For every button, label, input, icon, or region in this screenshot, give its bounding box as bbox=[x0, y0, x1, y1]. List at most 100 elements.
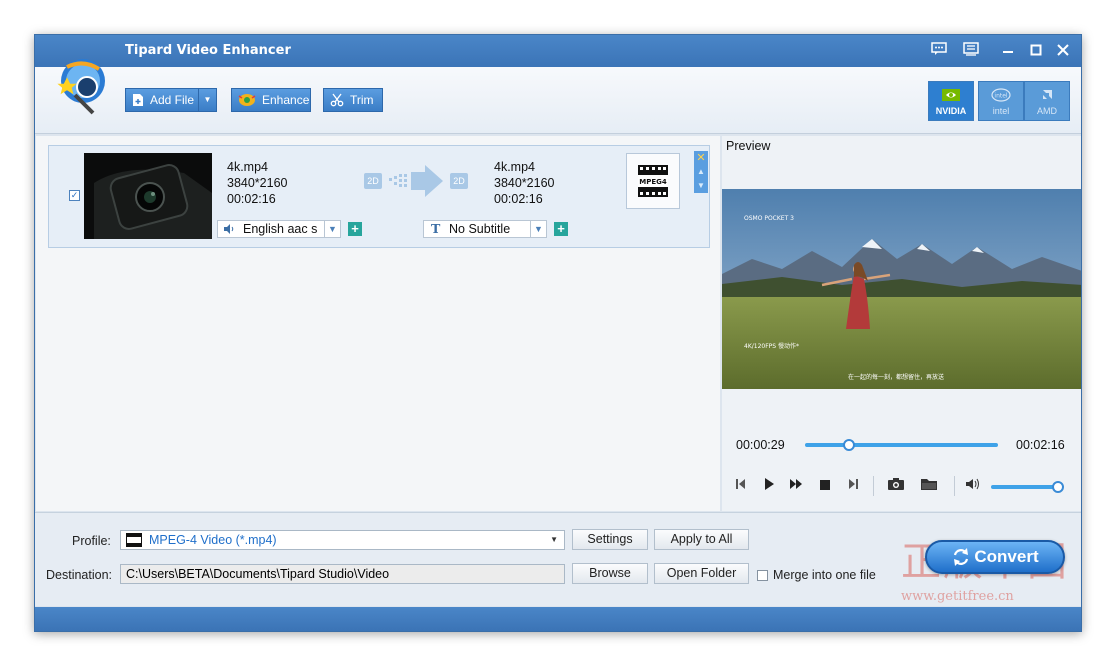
format-icon-text: MPEG4 bbox=[639, 178, 667, 186]
item-side-controls: ✕ ▲ ▼ bbox=[694, 151, 708, 193]
video-caption-center: 在一起的每一刻，都想留住，再放送 bbox=[848, 374, 945, 381]
subtitle-icon: T bbox=[431, 221, 441, 236]
apply-to-all-button[interactable]: Apply to All bbox=[654, 529, 749, 550]
merge-checkbox[interactable] bbox=[757, 570, 768, 581]
divider bbox=[954, 476, 955, 496]
preview-label: Preview bbox=[726, 139, 771, 153]
feedback-icon[interactable] bbox=[928, 40, 950, 62]
nvidia-icon bbox=[942, 89, 960, 101]
video-caption-left: 4K/120FPS 慢动作* bbox=[744, 343, 800, 350]
chevron-down-icon: ▼ bbox=[530, 221, 546, 237]
trim-button[interactable]: Trim bbox=[323, 88, 383, 112]
add-subtitle-button[interactable]: + bbox=[554, 222, 568, 236]
gpu-nvidia-label: NVIDIA bbox=[935, 106, 967, 116]
output-info: 4k.mp4 3840*2160 00:02:16 bbox=[494, 159, 554, 207]
source-duration: 00:02:16 bbox=[227, 192, 276, 206]
trim-label: Trim bbox=[350, 93, 374, 107]
profile-select[interactable]: MPEG-4 Video (*.mp4) ▼ bbox=[120, 530, 565, 550]
volume-slider[interactable] bbox=[991, 481, 1064, 493]
add-file-label: Add File bbox=[150, 93, 195, 107]
gpu-intel-label: intel bbox=[992, 106, 1010, 116]
fast-forward-icon[interactable] bbox=[789, 478, 805, 494]
stop-icon[interactable] bbox=[817, 478, 833, 494]
enhance-label: Enhance bbox=[262, 93, 310, 107]
move-up-icon[interactable]: ▲ bbox=[694, 165, 708, 179]
close-icon[interactable] bbox=[1052, 40, 1074, 62]
convert-button[interactable]: Convert bbox=[925, 540, 1065, 574]
enhance-icon bbox=[238, 94, 256, 106]
output-duration: 00:02:16 bbox=[494, 192, 543, 206]
add-file-dropdown-icon[interactable]: ▼ bbox=[198, 89, 216, 111]
video-thumbnail[interactable] bbox=[84, 153, 212, 239]
video-brand-text: OSMO POCKET 3 bbox=[744, 215, 794, 222]
merge-label: Merge into one file bbox=[773, 568, 876, 582]
settings-button[interactable]: Settings bbox=[572, 529, 648, 550]
convert-refresh-icon bbox=[954, 548, 969, 566]
chevron-down-icon: ▼ bbox=[324, 221, 340, 237]
play-icon[interactable] bbox=[761, 478, 777, 494]
status-bar bbox=[35, 607, 1081, 631]
video-preview[interactable]: OSMO POCKET 3 4K/120FPS 慢动作* 在一起的每一刻，都想留… bbox=[722, 189, 1081, 389]
browse-button[interactable]: Browse bbox=[572, 563, 648, 584]
intel-icon: intel bbox=[991, 88, 1011, 102]
title-bar: Tipard Video Enhancer bbox=[35, 35, 1081, 67]
menu-icon[interactable] bbox=[960, 40, 982, 62]
mpeg4-format-icon bbox=[126, 533, 142, 547]
output-format-button[interactable]: MPEG4 bbox=[626, 153, 680, 209]
gpu-amd-label: AMD bbox=[1037, 106, 1057, 116]
profile-value: MPEG-4 Video (*.mp4) bbox=[149, 533, 277, 547]
source-2d-badge: 2D bbox=[364, 173, 382, 189]
profile-label: Profile: bbox=[72, 534, 111, 548]
seek-knob[interactable] bbox=[843, 439, 856, 451]
skip-forward-icon[interactable] bbox=[845, 478, 861, 494]
current-time: 00:00:29 bbox=[736, 438, 785, 452]
app-logo bbox=[53, 57, 109, 115]
preview-panel: Preview OSMO POCKET 3 4K/120FPS 慢动作* 在一起… bbox=[722, 136, 1081, 511]
add-audio-track-button[interactable]: + bbox=[348, 222, 362, 236]
total-time: 00:02:16 bbox=[1016, 438, 1065, 452]
add-file-button[interactable]: Add File ▼ bbox=[125, 88, 217, 112]
scissors-icon bbox=[330, 93, 344, 107]
svg-text:intel: intel bbox=[994, 93, 1008, 100]
subtitle-select[interactable]: T No Subtitle ▼ bbox=[423, 220, 547, 238]
maximize-icon[interactable] bbox=[1025, 40, 1047, 62]
source-resolution: 3840*2160 bbox=[227, 176, 288, 190]
folder-icon[interactable] bbox=[921, 478, 937, 494]
destination-field[interactable]: C:\Users\BETA\Documents\Tipard Studio\Vi… bbox=[120, 564, 565, 584]
item-checkbox[interactable]: ✓ bbox=[69, 190, 80, 201]
gpu-intel-button[interactable]: intel intel bbox=[978, 81, 1024, 121]
gpu-nvidia-button[interactable]: NVIDIA bbox=[928, 81, 974, 121]
source-info: 4k.mp4 3840*2160 00:02:16 bbox=[227, 159, 287, 207]
move-down-icon[interactable]: ▼ bbox=[694, 179, 708, 193]
output-settings-panel: Profile: MPEG-4 Video (*.mp4) ▼ Settings… bbox=[35, 512, 1081, 606]
speaker-icon bbox=[224, 224, 234, 234]
remove-item-icon[interactable]: ✕ bbox=[694, 151, 708, 165]
convert-arrow-icon bbox=[387, 163, 447, 204]
output-filename: 4k.mp4 bbox=[494, 160, 535, 174]
divider bbox=[873, 476, 874, 496]
seek-bar[interactable] bbox=[805, 439, 998, 451]
audio-track-select[interactable]: English aac s ▼ bbox=[217, 220, 341, 238]
window-title: Tipard Video Enhancer bbox=[125, 43, 291, 58]
snapshot-icon[interactable] bbox=[888, 478, 904, 494]
file-list-item[interactable]: ✓ 4k.mp4 3840*2160 00:02:16 2D 2D 4k.mp4… bbox=[48, 145, 710, 248]
add-file-icon bbox=[133, 94, 143, 106]
convert-label: Convert bbox=[974, 547, 1039, 566]
minimize-icon[interactable] bbox=[997, 40, 1019, 62]
volume-knob[interactable] bbox=[1051, 481, 1064, 493]
source-filename: 4k.mp4 bbox=[227, 160, 268, 174]
gpu-amd-button[interactable]: AMD bbox=[1024, 81, 1070, 121]
open-folder-button[interactable]: Open Folder bbox=[654, 563, 749, 584]
enhance-button[interactable]: Enhance bbox=[231, 88, 311, 112]
destination-label: Destination: bbox=[46, 568, 113, 582]
output-2d-badge: 2D bbox=[450, 173, 468, 189]
volume-icon[interactable] bbox=[966, 478, 982, 494]
subtitle-value: No Subtitle bbox=[449, 222, 511, 236]
audio-track-value: English aac s bbox=[243, 222, 318, 236]
amd-icon bbox=[1043, 90, 1052, 99]
output-resolution: 3840*2160 bbox=[494, 176, 555, 190]
app-window: Tipard Video Enhancer Add File ▼ Enhance… bbox=[34, 34, 1082, 632]
skip-back-icon[interactable] bbox=[733, 478, 749, 494]
chevron-down-icon: ▼ bbox=[550, 535, 558, 544]
file-list-panel: ✓ 4k.mp4 3840*2160 00:02:16 2D 2D 4k.mp4… bbox=[36, 136, 720, 511]
